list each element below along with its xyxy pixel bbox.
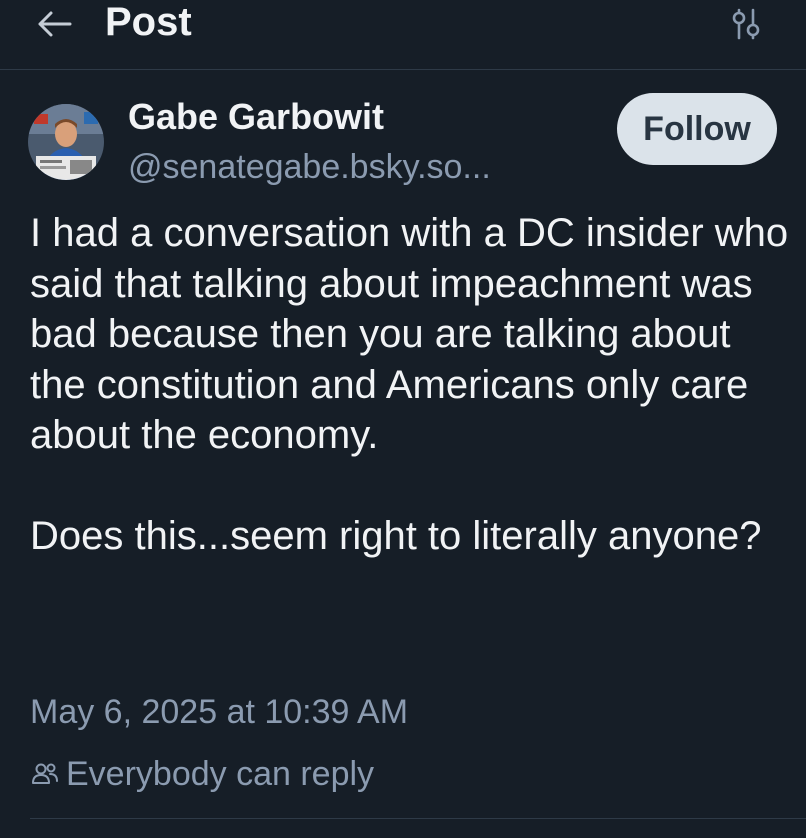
arrow-left-icon[interactable]: [34, 6, 74, 42]
sliders-icon[interactable]: [728, 6, 764, 42]
author-handle[interactable]: @senategabe.bsky.so...: [128, 146, 491, 188]
reply-setting[interactable]: Everybody can reply: [30, 752, 374, 796]
post-timestamp: May 6, 2025 at 10:39 AM: [30, 693, 409, 731]
author-name[interactable]: Gabe Garbowit: [128, 96, 384, 138]
avatar[interactable]: [28, 104, 104, 180]
follow-button[interactable]: Follow: [617, 93, 777, 165]
post-text: I had a conversation with a DC insider w…: [30, 211, 789, 558]
reply-setting-label: Everybody can reply: [66, 755, 375, 793]
post-header: Post: [0, 0, 806, 70]
people-icon: [32, 763, 58, 784]
page-title: Post: [105, 0, 192, 44]
divider: [30, 818, 806, 819]
avatar-image: [28, 104, 104, 180]
